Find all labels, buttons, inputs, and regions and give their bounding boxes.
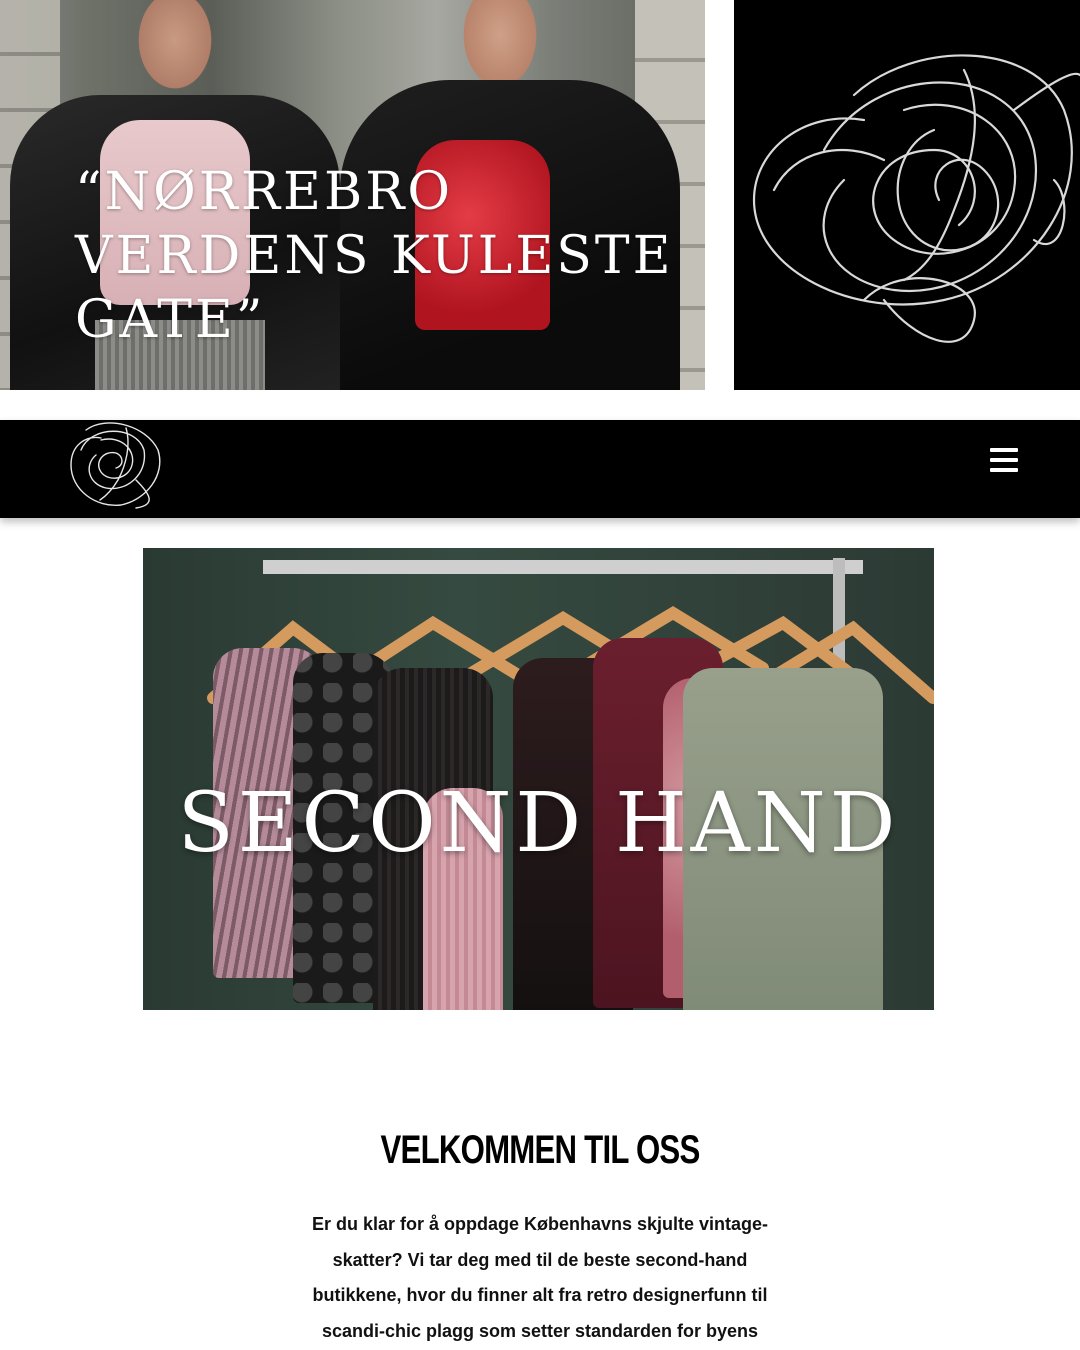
intro-paragraph: Er du klar for å oppdage Københavns skju…	[311, 1214, 769, 1341]
site-logo[interactable]	[66, 420, 166, 510]
second-hand-banner[interactable]: Second hand	[143, 548, 934, 1010]
hamburger-icon[interactable]	[990, 446, 1022, 474]
rose-line-icon	[70, 422, 161, 509]
banner-title: Second hand	[177, 776, 900, 871]
hero-quote: “Nørrebro verdens kuleste gate”	[75, 162, 674, 350]
hero-photo: “Nørrebro verdens kuleste gate”	[0, 0, 705, 390]
rose-line-icon	[752, 54, 1080, 343]
rose-artwork	[734, 0, 1080, 390]
section-title: Velkommen til oss	[380, 1128, 701, 1172]
clothes-rack	[263, 560, 863, 574]
nav-bar	[0, 420, 1080, 518]
